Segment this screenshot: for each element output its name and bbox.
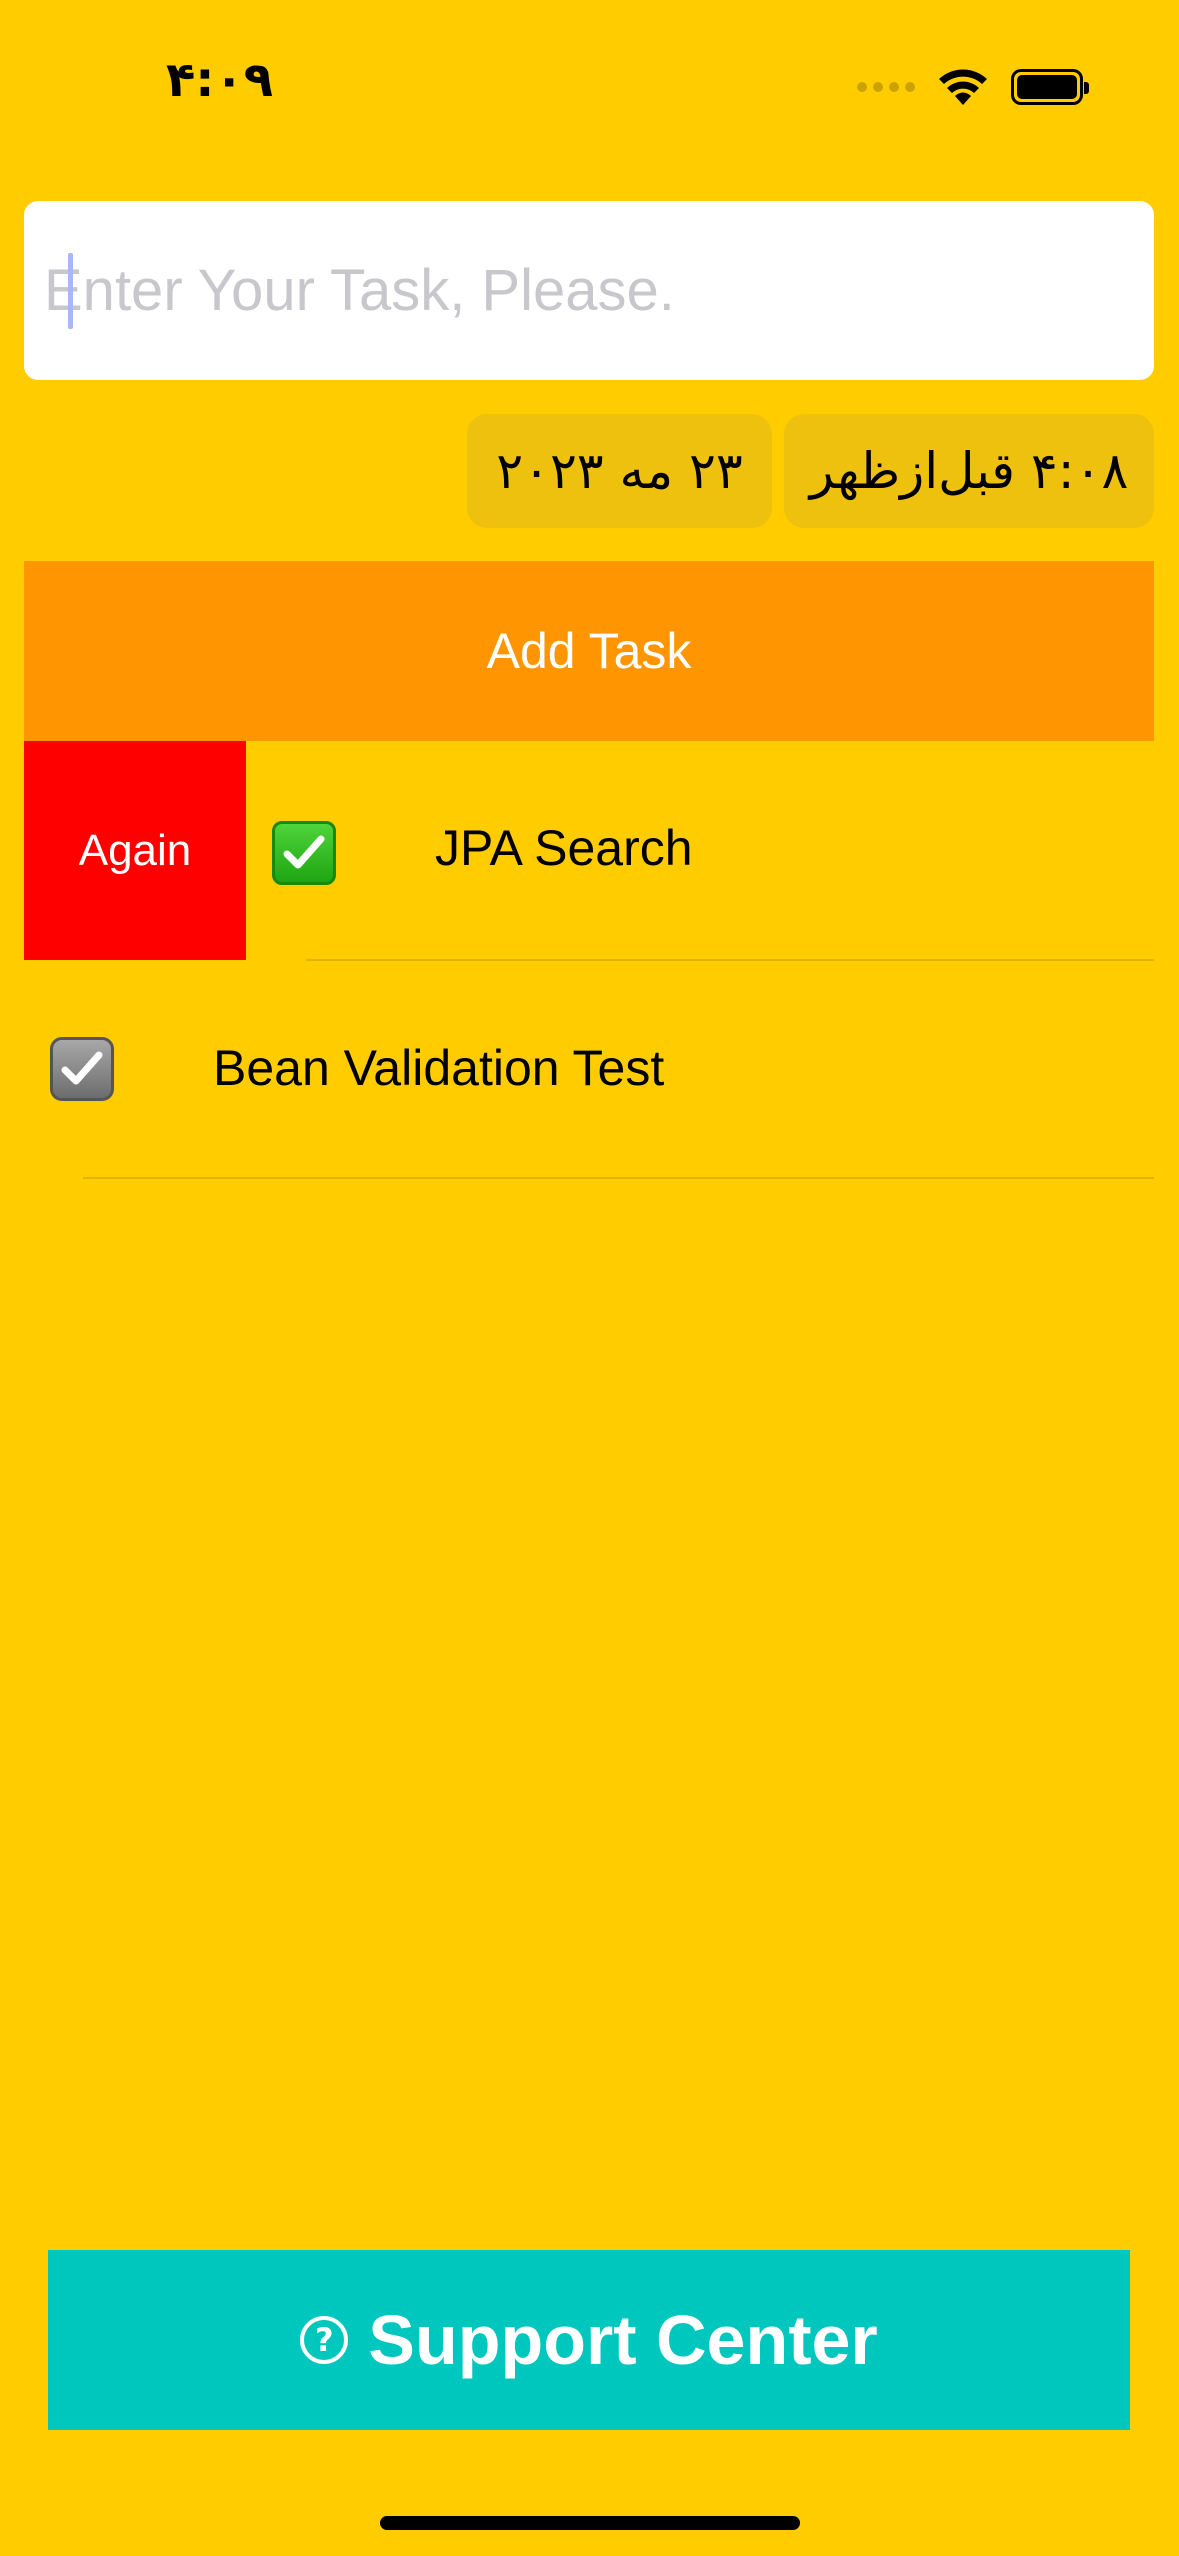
again-button[interactable]: Again: [24, 741, 246, 960]
gray-checkmark-icon[interactable]: [50, 1037, 114, 1101]
text-caret: [68, 253, 73, 329]
signal-dots-icon: [857, 82, 915, 92]
task-input-container: [24, 201, 1154, 380]
row-separator: [83, 1177, 1154, 1179]
task-label: JPA Search: [435, 820, 693, 876]
task-input[interactable]: [24, 201, 1154, 380]
wifi-icon: [939, 69, 987, 105]
time-picker-button[interactable]: ۴:۰۸ قبل‌ازظهر: [784, 414, 1154, 528]
status-icons: [857, 64, 1089, 110]
add-task-button[interactable]: Add Task: [24, 561, 1154, 741]
status-time: ۴:۰۹: [166, 52, 274, 108]
home-indicator[interactable]: [380, 2516, 800, 2530]
task-label: Bean Validation Test: [213, 1040, 665, 1096]
task-row[interactable]: Bean Validation Test: [0, 961, 1179, 1178]
date-picker-button[interactable]: ۲۳ مه ۲۰۲۳: [467, 414, 772, 528]
support-center-button[interactable]: ? Support Center: [48, 2250, 1130, 2430]
green-checkmark-icon[interactable]: [272, 821, 336, 885]
battery-icon: [1011, 69, 1089, 105]
support-center-label: Support Center: [368, 2301, 878, 2379]
task-row[interactable]: Again JPA Search: [0, 741, 1179, 960]
question-circle-icon: ?: [300, 2316, 349, 2364]
